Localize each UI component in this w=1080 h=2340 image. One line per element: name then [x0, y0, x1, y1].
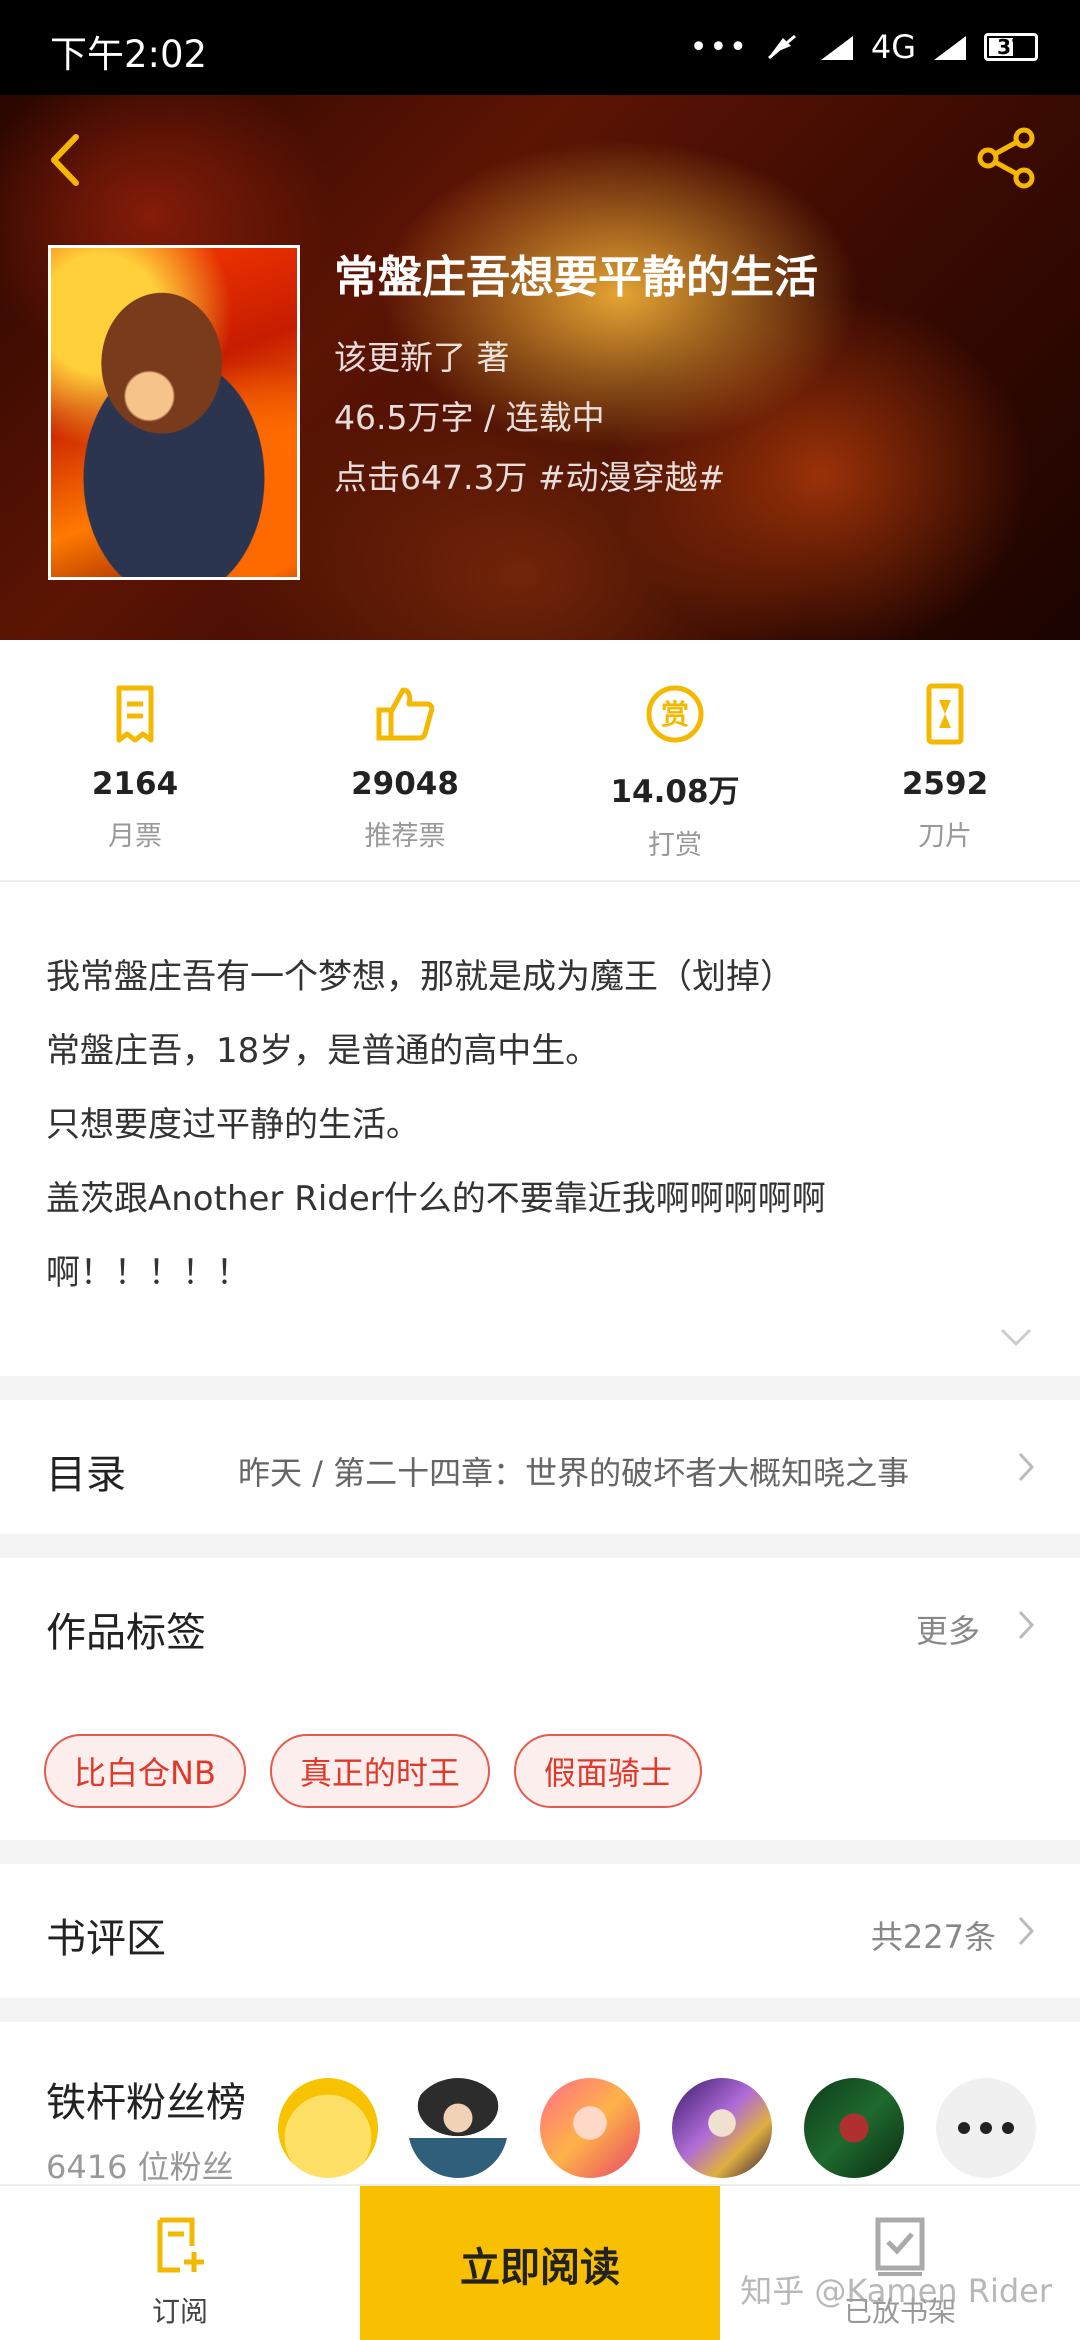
reward-icon: 赏 [646, 685, 704, 743]
back-arrow-icon[interactable] [40, 125, 90, 195]
svg-text:赏: 赏 [661, 698, 689, 731]
share-icon[interactable] [974, 125, 1040, 191]
book-title: 常盤庄吾想要平静的生活 [334, 252, 818, 303]
divider [0, 1840, 1080, 1864]
read-now-button[interactable]: 立即阅读 [360, 2186, 720, 2340]
mute-icon [767, 34, 796, 60]
signal-hd-icon [820, 36, 853, 60]
expand-chevron-icon[interactable] [998, 1324, 1034, 1348]
divider [0, 1998, 1080, 2022]
chevron-right-icon[interactable] [1016, 1608, 1036, 1642]
latest-chapter: 昨天 / 第二十四章：世界的破坏者大概知晓之事 [238, 1454, 910, 1492]
description-line: 啊！！！！！ [46, 1253, 250, 1293]
status-icons: ••• 4G 37 [690, 22, 1038, 72]
tag-list: 比白仓NB 真正的时王 假面骑士 [44, 1734, 702, 1808]
stat-label: 打赏 [648, 830, 702, 861]
bottom-action-bar: 订阅 立即阅读 已放书架 知乎 @Kamen Rider [0, 2184, 1080, 2340]
thumbs-up-icon [376, 687, 435, 741]
battery-level: 37 [997, 35, 1025, 59]
fans-title[interactable]: 铁杆粉丝榜 [46, 2070, 246, 2128]
catalog-row[interactable]: 目录 昨天 / 第二十四章：世界的破坏者大概知晓之事 [0, 1400, 1080, 1534]
subscribe-button[interactable]: 订阅 [0, 2186, 360, 2340]
tag-chip[interactable]: 真正的时王 [269, 1734, 490, 1808]
subscribe-label: 订阅 [151, 2295, 208, 2328]
stats-row: 2164 月票 29048 推荐票 赏 14.08万 打赏 2592 刀片 [0, 640, 1080, 882]
stat-label: 推荐票 [364, 821, 446, 852]
stat-value: 2592 [901, 766, 989, 802]
battery-icon: 37 [984, 33, 1038, 61]
ticket-icon [116, 685, 154, 743]
description-line: 常盤庄吾，18岁，是普通的高中生。 [46, 1031, 600, 1071]
more-fans-button[interactable] [936, 2078, 1036, 2178]
blade-icon [926, 683, 964, 745]
tags-title: 作品标签 [46, 1610, 206, 1656]
stat-reward[interactable]: 赏 14.08万 打赏 [540, 640, 810, 880]
stat-label: 刀片 [918, 821, 972, 852]
divider [0, 1376, 1080, 1400]
reviews-count: 共227条 [870, 1918, 996, 1956]
book-description[interactable]: 我常盤庄吾有一个梦想，那就是成为魔王（划掉） 常盤庄吾，18岁，是普通的高中生。… [0, 884, 1080, 1376]
avatar[interactable] [278, 2078, 378, 2178]
status-bar: 下午2:02 ••• 4G 37 [0, 0, 1080, 95]
reviews-row[interactable]: 书评区 共227条 [0, 1864, 1080, 1998]
description-line: 盖茨跟Another Rider什么的不要靠近我啊啊啊啊啊 [46, 1179, 826, 1219]
reviews-title: 书评区 [46, 1916, 166, 1962]
more-notifications-icon: ••• [689, 29, 749, 65]
stat-blade[interactable]: 2592 刀片 [810, 640, 1080, 880]
book-author[interactable]: 该更新了 著 [334, 331, 510, 379]
avatar[interactable] [540, 2078, 640, 2178]
catalog-title: 目录 [46, 1452, 126, 1498]
tags-more-link[interactable]: 更多 [916, 1606, 980, 1652]
chevron-right-icon [1018, 1916, 1035, 1946]
description-line: 我常盤庄吾有一个梦想，那就是成为魔王（划掉） [46, 957, 794, 997]
book-cover[interactable] [48, 245, 300, 580]
avatar[interactable] [408, 2078, 508, 2178]
signal-icon [934, 36, 966, 60]
avatar[interactable] [672, 2078, 772, 2178]
watermark: 知乎 @Kamen Rider [740, 2272, 1052, 2310]
avatar[interactable] [804, 2078, 904, 2178]
description-line: 只想要度过平静的生活。 [46, 1105, 420, 1145]
stat-recommend[interactable]: 29048 推荐票 [270, 640, 540, 880]
chevron-right-icon [1018, 1452, 1035, 1482]
book-clicks-tag: 点击647.3万 #动漫穿越# [334, 458, 726, 497]
stat-value: 29048 [351, 766, 459, 802]
status-time: 下午2:02 [50, 33, 208, 76]
book-header: 常盤庄吾想要平静的生活 该更新了 著 46.5万字 / 连载中 点击647.3万… [0, 95, 1080, 640]
bookshelf-button[interactable]: 已放书架 [720, 2186, 1080, 2340]
book-word-count: 46.5万字 / 连载中 [334, 398, 605, 437]
stat-monthly-ticket[interactable]: 2164 月票 [0, 640, 270, 880]
subscribe-icon [157, 2217, 204, 2273]
network-type: 4G [870, 28, 916, 66]
tag-chip[interactable]: 比白仓NB [44, 1734, 246, 1808]
stat-label: 月票 [108, 821, 162, 852]
fans-count: 6416 位粉丝 [46, 2148, 234, 2186]
stat-value: 2164 [91, 766, 179, 802]
divider [0, 1534, 1080, 1558]
tag-chip[interactable]: 假面骑士 [513, 1734, 702, 1808]
stat-value: 14.08万 [610, 774, 740, 810]
